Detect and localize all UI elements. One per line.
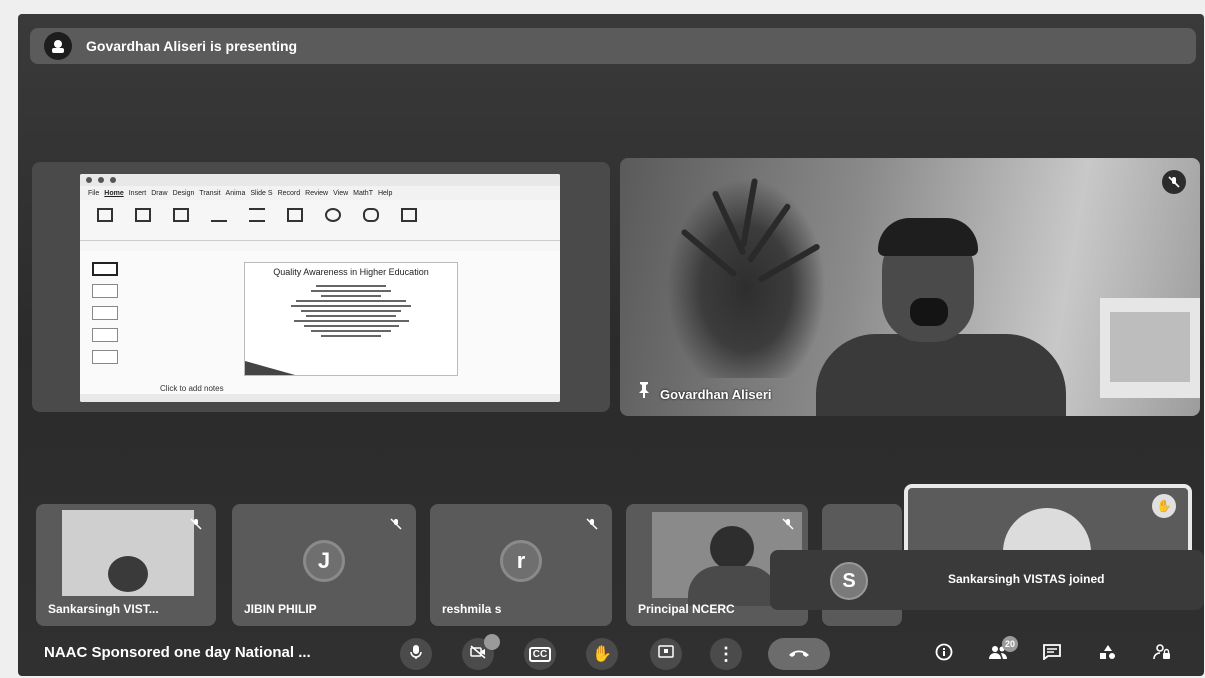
background-frame bbox=[1110, 312, 1190, 382]
toast-avatar: S bbox=[830, 562, 868, 600]
pin-icon[interactable] bbox=[636, 381, 652, 404]
participant-tile[interactable]: J JIBIN PHILIP bbox=[232, 504, 416, 626]
raised-hand-tile[interactable]: ✋ bbox=[904, 484, 1192, 556]
current-slide: Quality Awareness in Higher Education bbox=[244, 262, 458, 376]
participant-avatar bbox=[1003, 508, 1091, 552]
ppt-titlebar bbox=[80, 174, 560, 186]
powerpoint-window: File Home Insert Draw Design Transit Ani… bbox=[80, 174, 560, 402]
leave-call-button[interactable] bbox=[768, 638, 830, 670]
participant-name: Principal NCERC bbox=[638, 602, 735, 616]
participant-name: JIBIN PHILIP bbox=[244, 602, 317, 616]
control-bar: NAAC Sponsored one day National ... CC ✋… bbox=[18, 632, 1204, 676]
presentation-icon bbox=[44, 32, 72, 60]
lock-person-icon bbox=[1153, 643, 1171, 666]
camera-off-icon bbox=[470, 644, 486, 664]
mic-off-icon bbox=[186, 514, 206, 534]
chat-button[interactable] bbox=[1038, 640, 1066, 668]
participant-tile[interactable]: r reshmila s bbox=[430, 504, 612, 626]
camera-badge bbox=[484, 634, 500, 650]
activities-button[interactable] bbox=[1094, 640, 1122, 668]
ppt-menu-bar: File Home Insert Draw Design Transit Ani… bbox=[80, 186, 560, 200]
hand-icon: ✋ bbox=[592, 646, 612, 663]
slide-thumbnail bbox=[92, 262, 118, 276]
presenting-text: Govardhan Aliseri is presenting bbox=[86, 38, 298, 54]
presenting-banner: Govardhan Aliseri is presenting bbox=[30, 28, 1196, 64]
participant-avatar: r bbox=[500, 540, 542, 582]
participant-tile[interactable]: Sankarsingh VIST... bbox=[36, 504, 216, 626]
slide-thumbnail bbox=[92, 328, 118, 342]
info-button[interactable] bbox=[930, 640, 958, 668]
participant-name: Sankarsingh VIST... bbox=[48, 602, 159, 616]
join-notification: S Sankarsingh VISTAS joined bbox=[770, 550, 1204, 610]
people-button[interactable]: 20 bbox=[984, 636, 1018, 668]
chat-icon bbox=[1043, 643, 1061, 665]
mic-button[interactable] bbox=[400, 638, 432, 670]
participant-name: reshmila s bbox=[442, 602, 502, 616]
slide-notes: Click to add notes bbox=[160, 384, 224, 393]
shared-screen-tile[interactable]: File Home Insert Draw Design Transit Ani… bbox=[32, 162, 610, 412]
plant-image bbox=[666, 178, 826, 378]
slide-thumbnail bbox=[92, 350, 118, 364]
mic-off-icon bbox=[386, 514, 406, 534]
phone-icon bbox=[788, 645, 810, 663]
mic-off-icon bbox=[582, 514, 602, 534]
host-controls-button[interactable] bbox=[1148, 640, 1176, 668]
hand-icon: ✋ bbox=[1152, 494, 1176, 518]
speaker-name: Govardhan Aliseri bbox=[660, 387, 772, 402]
slide-thumbnail bbox=[92, 284, 118, 298]
present-button[interactable] bbox=[650, 638, 682, 670]
captions-icon: CC bbox=[528, 646, 552, 662]
meet-window: Govardhan Aliseri is presenting File Hom… bbox=[18, 14, 1204, 676]
present-icon bbox=[658, 644, 674, 664]
more-icon: ⋮ bbox=[717, 643, 735, 664]
ppt-status-bar bbox=[80, 394, 560, 402]
mic-off-icon bbox=[1162, 170, 1186, 194]
captions-button[interactable]: CC bbox=[524, 638, 556, 670]
speaker-video-tile[interactable]: Govardhan Aliseri bbox=[620, 158, 1200, 416]
raise-hand-button[interactable]: ✋ bbox=[586, 638, 618, 670]
speaker-hair bbox=[878, 218, 978, 256]
people-count-badge: 20 bbox=[1002, 636, 1018, 652]
mic-off-icon bbox=[778, 514, 798, 534]
meeting-title[interactable]: NAAC Sponsored one day National ... bbox=[44, 644, 311, 661]
slide-thumbnail bbox=[92, 306, 118, 320]
camera-button[interactable] bbox=[462, 634, 500, 670]
ppt-ribbon bbox=[80, 200, 560, 241]
slide-body-text bbox=[245, 285, 457, 337]
activities-icon bbox=[1099, 644, 1117, 665]
speaker-mouth bbox=[910, 298, 948, 326]
slide-thumbnails bbox=[86, 258, 120, 388]
info-icon bbox=[935, 643, 953, 666]
toast-text: Sankarsingh VISTAS joined bbox=[948, 572, 1105, 586]
mic-icon bbox=[409, 644, 423, 665]
slide-decoration bbox=[245, 361, 295, 375]
participant-avatar: J bbox=[303, 540, 345, 582]
participant-video bbox=[62, 510, 194, 596]
slide-title: Quality Awareness in Higher Education bbox=[273, 267, 429, 277]
more-options-button[interactable]: ⋮ bbox=[710, 638, 742, 670]
ppt-ribbon-groups bbox=[80, 241, 560, 251]
speaker-body bbox=[816, 334, 1066, 416]
